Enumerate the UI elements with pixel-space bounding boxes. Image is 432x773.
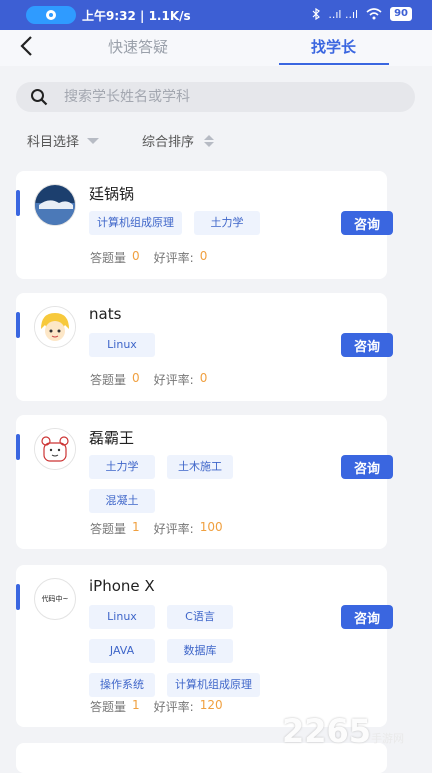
- senior-card[interactable]: nats Linux 咨询 答题量 0 好评率: 0: [16, 293, 393, 401]
- subject-tag: 土力学: [194, 211, 260, 235]
- subject-tags: Linux C语言 JAVA 数据库 操作系统 计算机组成原理: [89, 605, 274, 697]
- subject-tag: Linux: [89, 605, 155, 629]
- chevron-down-icon: [87, 137, 100, 144]
- rating-label: 好评率:: [153, 251, 194, 265]
- search-input[interactable]: [62, 88, 386, 106]
- card-stats: 答题量 0 好评率: 0: [90, 371, 221, 388]
- watermark-sub: 手游网: [371, 732, 405, 745]
- answers-count: 0: [132, 371, 140, 385]
- subject-tag: 计算机组成原理: [89, 211, 182, 235]
- subject-tag: 土力学: [89, 455, 155, 479]
- rating-value: 120: [199, 698, 223, 712]
- answers-count: 1: [132, 520, 140, 534]
- card-accent-bar: [16, 312, 20, 338]
- search-bar: [16, 82, 415, 112]
- watermark: 2265手游网: [282, 712, 404, 750]
- consult-button[interactable]: 咨询: [341, 211, 393, 235]
- subject-tags: 计算机组成原理 土力学: [89, 211, 274, 235]
- status-bar: 上午9:32 | 1.1K/s ..ıl ..ıl 90: [0, 0, 432, 30]
- avatar: [34, 428, 76, 470]
- subject-tag: 数据库: [167, 639, 233, 663]
- rating-value: 100: [199, 520, 223, 534]
- answers-label: 答题量: [90, 251, 127, 265]
- consult-button[interactable]: 咨询: [341, 605, 393, 629]
- senior-name: nats: [89, 305, 122, 323]
- watermark-text: 2265: [282, 712, 372, 750]
- tab-underline: [279, 63, 389, 65]
- senior-card[interactable]: 廷锅锅 计算机组成原理 土力学 咨询 答题量 0 好评率: 0: [16, 171, 393, 279]
- status-icons: ..ıl ..ıl 90: [312, 7, 412, 21]
- card-stats: 答题量 0 好评率: 0: [90, 249, 221, 266]
- card-stats: 答题量 1 好评率: 120: [90, 698, 237, 715]
- senior-name: 磊霸王: [89, 429, 135, 447]
- card-accent-bar: [16, 434, 20, 460]
- subject-tags: Linux: [89, 333, 274, 357]
- wifi-icon: [366, 8, 382, 20]
- avatar: [34, 306, 76, 348]
- sort-filter-label: 综合排序: [142, 135, 195, 150]
- subject-tag: C语言: [167, 605, 233, 629]
- card-accent-bar: [16, 190, 20, 216]
- battery-icon: 90: [390, 7, 412, 21]
- subject-tag: JAVA: [89, 639, 155, 663]
- answers-label: 答题量: [90, 373, 127, 387]
- header: 快速答疑 找学长: [0, 30, 432, 66]
- subject-tags: 土力学 土木施工 混凝土: [89, 455, 274, 513]
- answers-count: 0: [132, 249, 140, 263]
- subject-tag: Linux: [89, 333, 155, 357]
- card-accent-bar: [16, 584, 20, 610]
- senior-card[interactable]: 代码中~ iPhone X Linux C语言 JAVA 数据库 操作系统 计算…: [16, 565, 393, 727]
- rating-label: 好评率:: [153, 700, 194, 714]
- answers-count: 1: [132, 698, 140, 712]
- signal-icon: ..ıl ..ıl: [328, 7, 359, 21]
- avatar-text: 代码中~: [41, 595, 69, 603]
- tab-find-senior[interactable]: 找学长: [311, 36, 356, 57]
- sort-filter[interactable]: 综合排序: [142, 131, 215, 150]
- back-arrow-icon[interactable]: [16, 34, 40, 58]
- subject-filter-label: 科目选择: [27, 135, 80, 150]
- rating-value: 0: [199, 249, 208, 263]
- subject-tag: 操作系统: [89, 673, 155, 697]
- rating-label: 好评率:: [153, 522, 194, 536]
- consult-button[interactable]: 咨询: [341, 333, 393, 357]
- location-pill: [26, 6, 76, 24]
- subject-tag: 土木施工: [167, 455, 233, 479]
- tab-quick-answer[interactable]: 快速答疑: [108, 36, 168, 57]
- rating-label: 好评率:: [153, 373, 194, 387]
- search-icon: [31, 89, 48, 106]
- avatar: 代码中~: [34, 578, 76, 620]
- subject-tag: 计算机组成原理: [167, 673, 260, 697]
- status-time: 上午9:32 | 1.1K/s: [82, 9, 191, 23]
- consult-button[interactable]: 咨询: [341, 455, 393, 479]
- sort-icon: [204, 134, 215, 147]
- answers-label: 答题量: [90, 700, 127, 714]
- answers-label: 答题量: [90, 522, 127, 536]
- bluetooth-icon: [312, 8, 321, 20]
- senior-card[interactable]: 磊霸王 土力学 土木施工 混凝土 咨询 答题量 1 好评率: 100: [16, 415, 393, 549]
- location-icon: [46, 10, 56, 20]
- card-stats: 答题量 1 好评率: 100: [90, 520, 237, 537]
- senior-name: iPhone X: [89, 577, 155, 595]
- subject-filter[interactable]: 科目选择: [27, 131, 100, 150]
- rating-value: 0: [199, 371, 208, 385]
- avatar: [34, 184, 76, 226]
- senior-name: 廷锅锅: [89, 185, 135, 203]
- subject-tag: 混凝土: [89, 489, 155, 513]
